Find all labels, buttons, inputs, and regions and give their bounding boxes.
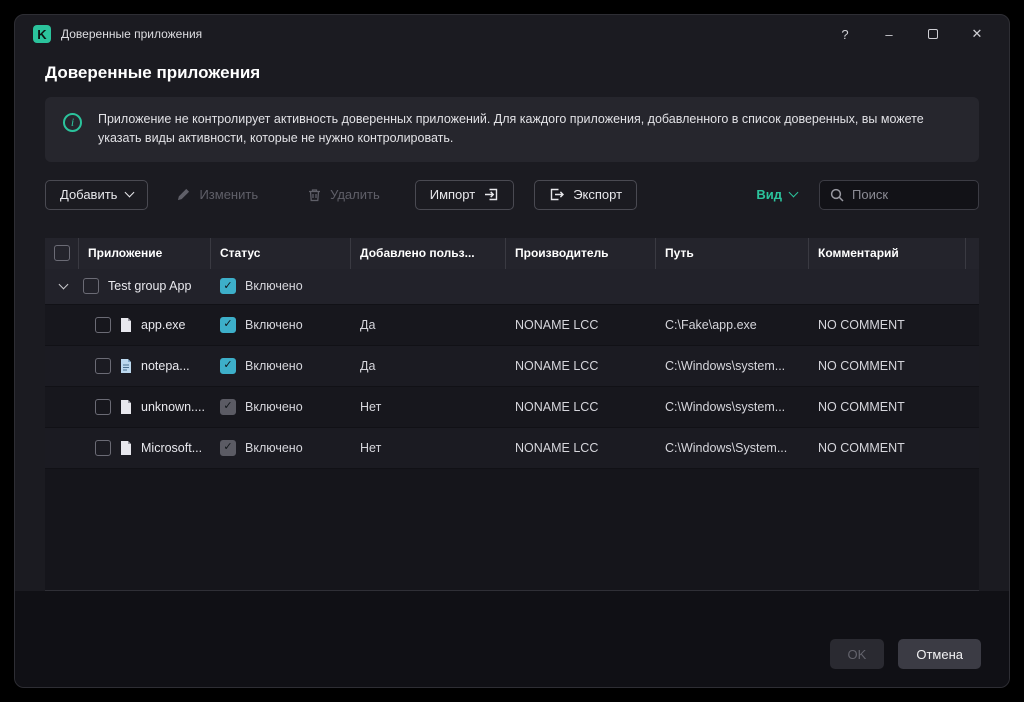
cell-path: C:\Fake\app.exe: [665, 317, 757, 332]
delete-button-label: Удалить: [330, 187, 380, 203]
help-button[interactable]: ?: [831, 21, 859, 47]
column-header-application[interactable]: Приложение: [79, 237, 211, 269]
trash-icon: [308, 188, 321, 202]
cell-vendor: NONAME LCC: [515, 317, 599, 332]
column-header-status[interactable]: Статус: [211, 237, 351, 269]
notepad-file-icon: [120, 358, 132, 373]
group-checkbox[interactable]: [83, 278, 99, 295]
cell-comment: NO COMMENT: [818, 358, 905, 373]
collapse-chevron-icon[interactable]: [54, 279, 72, 290]
edit-button-label: Изменить: [199, 187, 259, 203]
add-button[interactable]: Добавить: [45, 179, 149, 210]
cancel-button[interactable]: Отмена: [898, 639, 981, 669]
table-header: Приложение Статус Добавлено польз... Про…: [45, 237, 979, 269]
column-header-path[interactable]: Путь: [656, 237, 809, 269]
cell-comment: NO COMMENT: [818, 440, 905, 455]
row-checkbox[interactable]: [95, 398, 111, 415]
cell-added-by-user: Нет: [360, 440, 382, 455]
export-icon: [549, 187, 565, 202]
cell-comment: NO COMMENT: [818, 317, 905, 332]
page-title: Доверенные приложения: [45, 63, 261, 82]
view-dropdown[interactable]: Вид: [756, 187, 799, 203]
status-checkbox[interactable]: [220, 316, 236, 333]
cell-added-by-user: Да: [360, 358, 376, 373]
kaspersky-logo-icon: K: [33, 25, 51, 43]
close-button[interactable]: ✕: [963, 21, 991, 47]
import-button[interactable]: Импорт: [414, 179, 515, 210]
delete-button[interactable]: Удалить: [293, 180, 395, 210]
cell-comment: NO COMMENT: [818, 399, 905, 414]
search-input[interactable]: [852, 187, 968, 203]
application-name: unknown....: [141, 399, 205, 414]
search-box[interactable]: [819, 179, 979, 210]
info-banner: i Приложение не контролирует активность …: [45, 97, 979, 162]
window-title: Доверенные приложения: [61, 27, 203, 41]
import-button-label: Импорт: [429, 187, 476, 203]
select-all-checkbox[interactable]: [53, 245, 70, 262]
cell-path: C:\Windows\system...: [665, 399, 786, 414]
column-header-filler: [966, 238, 984, 269]
app-window: K Доверенные приложения ? – ✕ Доверенные…: [14, 14, 1010, 688]
status-label: Включено: [245, 399, 303, 414]
row-checkbox[interactable]: [95, 439, 111, 456]
column-header-added-by-user[interactable]: Добавлено польз...: [351, 237, 506, 269]
column-header-vendor[interactable]: Производитель: [506, 237, 656, 269]
info-banner-text: Приложение не контролирует активность до…: [98, 112, 924, 146]
row-checkbox[interactable]: [95, 357, 111, 374]
cell-added-by-user: Да: [360, 317, 376, 332]
chevron-down-icon: [125, 187, 135, 198]
file-icon: [120, 399, 132, 414]
column-header-comment[interactable]: Комментарий: [809, 237, 966, 269]
search-icon: [830, 188, 844, 202]
toolbar: Добавить Изменить Удалить Импорт Экспорт…: [45, 179, 979, 210]
pencil-icon: [177, 188, 190, 201]
status-label: Включено: [245, 440, 303, 455]
import-icon: [484, 187, 499, 202]
table-row[interactable]: unknown.... Включено Нет NONAME LCC C:\W…: [45, 386, 979, 428]
cell-vendor: NONAME LCC: [515, 440, 599, 455]
maximize-button[interactable]: [919, 21, 947, 47]
cell-vendor: NONAME LCC: [515, 358, 599, 373]
info-icon: i: [63, 113, 82, 132]
cell-vendor: NONAME LCC: [515, 399, 599, 414]
application-name: app.exe: [141, 317, 186, 332]
view-dropdown-label: Вид: [756, 187, 782, 203]
dialog-footer: OK Отмена: [15, 591, 1009, 687]
status-label: Включено: [245, 358, 303, 373]
cell-added-by-user: Нет: [360, 399, 382, 414]
row-checkbox[interactable]: [95, 316, 111, 333]
application-name: notepa...: [141, 358, 190, 373]
group-status-checkbox[interactable]: [220, 278, 236, 295]
add-button-label: Добавить: [60, 187, 118, 203]
edit-button[interactable]: Изменить: [162, 180, 273, 210]
status-checkbox[interactable]: [220, 357, 236, 374]
table-row[interactable]: notepa... Включено Да NONAME LCC C:\Wind…: [45, 345, 979, 387]
cell-path: C:\Windows\system...: [665, 358, 786, 373]
status-checkbox[interactable]: [220, 439, 236, 456]
applications-table: Приложение Статус Добавлено польз... Про…: [45, 237, 979, 591]
cell-path: C:\Windows\System...: [665, 440, 788, 455]
table-group-row[interactable]: Test group App Включено: [45, 268, 979, 305]
status-checkbox[interactable]: [220, 398, 236, 415]
file-icon: [120, 317, 132, 332]
file-icon: [120, 440, 132, 455]
ok-button[interactable]: OK: [829, 639, 885, 669]
titlebar: K Доверенные приложения ? – ✕: [15, 15, 1009, 53]
table-row[interactable]: app.exe Включено Да NONAME LCC C:\Fake\a…: [45, 304, 979, 346]
export-button-label: Экспорт: [573, 187, 623, 203]
chevron-down-icon: [788, 187, 799, 198]
maximize-icon: [928, 29, 938, 39]
export-button[interactable]: Экспорт: [534, 179, 638, 210]
group-status-label: Включено: [245, 279, 303, 294]
application-name: Microsoft...: [141, 440, 203, 455]
status-label: Включено: [245, 317, 303, 332]
minimize-button[interactable]: –: [875, 21, 903, 47]
group-name: Test group App: [108, 279, 192, 294]
table-row[interactable]: Microsoft... Включено Нет NONAME LCC C:\…: [45, 427, 979, 469]
